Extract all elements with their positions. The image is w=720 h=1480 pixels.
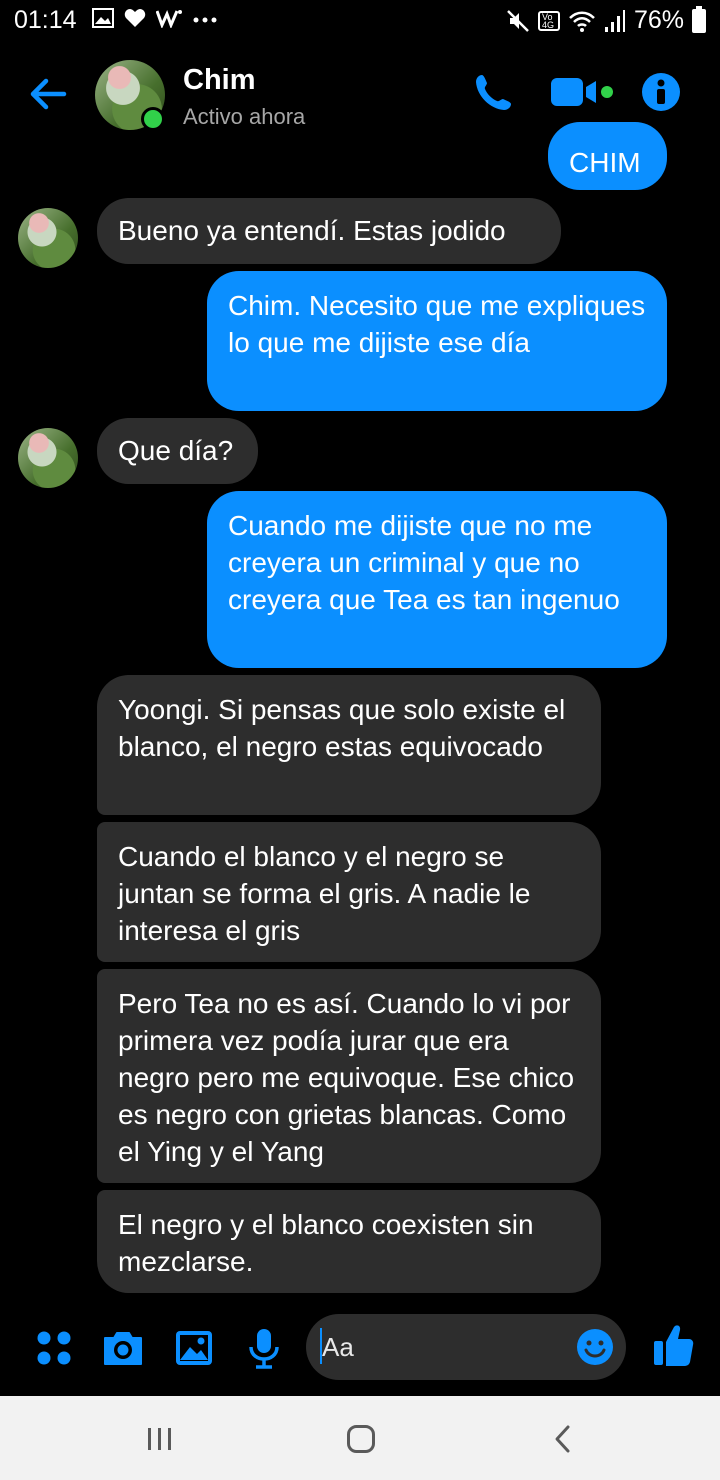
battery-icon [692, 5, 706, 33]
wifi-icon [569, 11, 595, 32]
recent-apps-icon[interactable] [146, 1426, 174, 1452]
message-text: Bueno ya entendí. Estas jodido [118, 215, 506, 246]
system-nav-bar [0, 1396, 720, 1480]
message-input[interactable]: Aa [306, 1314, 626, 1380]
camera-icon[interactable] [101, 1326, 145, 1370]
thumbs-up-icon[interactable] [652, 1322, 694, 1368]
message-in[interactable]: Pero Tea no es así. Cuando lo vi por pri… [97, 969, 601, 1183]
message-out[interactable]: Chim. Necesito que me expliques lo que m… [207, 271, 667, 411]
sender-avatar[interactable] [18, 208, 78, 268]
home-icon[interactable] [346, 1424, 376, 1454]
message-text: Cuando el blanco y el negro se juntan se… [118, 841, 531, 946]
message-in[interactable]: Yoongi. Si pensas que solo existe el bla… [97, 675, 601, 815]
w-icon [156, 10, 182, 28]
composer-bar: Aa [0, 1306, 720, 1396]
message-text: Chim. Necesito que me expliques lo que m… [228, 290, 646, 358]
status-left-icons [92, 8, 218, 28]
volte-4g-icon: Vo 4G [537, 10, 560, 31]
message-out[interactable]: CHIM [548, 122, 667, 190]
heart-icon [124, 9, 146, 27]
back-icon[interactable] [552, 1424, 574, 1454]
phone-icon[interactable] [474, 72, 514, 112]
message-text: El negro y el blanco coexisten sin mezcl… [118, 1209, 534, 1277]
status-bar: 01:14 Vo 4G 76% [0, 0, 720, 44]
image-icon[interactable] [172, 1326, 216, 1370]
mute-icon [507, 9, 529, 32]
info-icon[interactable] [641, 72, 681, 112]
video-camera-icon[interactable] [550, 72, 616, 112]
gallery-icon [92, 8, 114, 28]
message-in[interactable]: Que día? [97, 418, 258, 484]
message-in[interactable]: Cuando el blanco y el negro se juntan se… [97, 822, 601, 962]
message-text: Pero Tea no es así. Cuando lo vi por pri… [118, 988, 575, 1167]
arrow-left-icon[interactable] [26, 72, 70, 116]
message-text: Que día? [118, 435, 234, 466]
more-dots-icon [193, 17, 217, 23]
apps-dots-icon[interactable] [32, 1326, 76, 1370]
signal-icon [604, 9, 625, 32]
message-text: Yoongi. Si pensas que solo existe el bla… [118, 694, 566, 762]
message-input-placeholder: Aa [322, 1332, 354, 1362]
message-in[interactable]: Bueno ya entendí. Estas jodido [97, 198, 561, 264]
contact-name[interactable]: Chim [183, 64, 256, 97]
microphone-icon[interactable] [242, 1326, 286, 1370]
status-time: 01:14 [14, 6, 77, 34]
message-text: Cuando me dijiste que no me creyera un c… [228, 510, 620, 615]
contact-status: Activo ahora [183, 104, 306, 129]
online-indicator [141, 107, 165, 131]
battery-percent: 76% [633, 6, 684, 34]
message-text: CHIM [569, 147, 641, 178]
message-out[interactable]: Cuando me dijiste que no me creyera un c… [207, 491, 667, 668]
status-right: Vo 4G 76% [506, 5, 706, 35]
emoji-icon[interactable] [576, 1328, 614, 1366]
message-in[interactable]: El negro y el blanco coexisten sin mezcl… [97, 1190, 601, 1293]
sender-avatar[interactable] [18, 428, 78, 488]
